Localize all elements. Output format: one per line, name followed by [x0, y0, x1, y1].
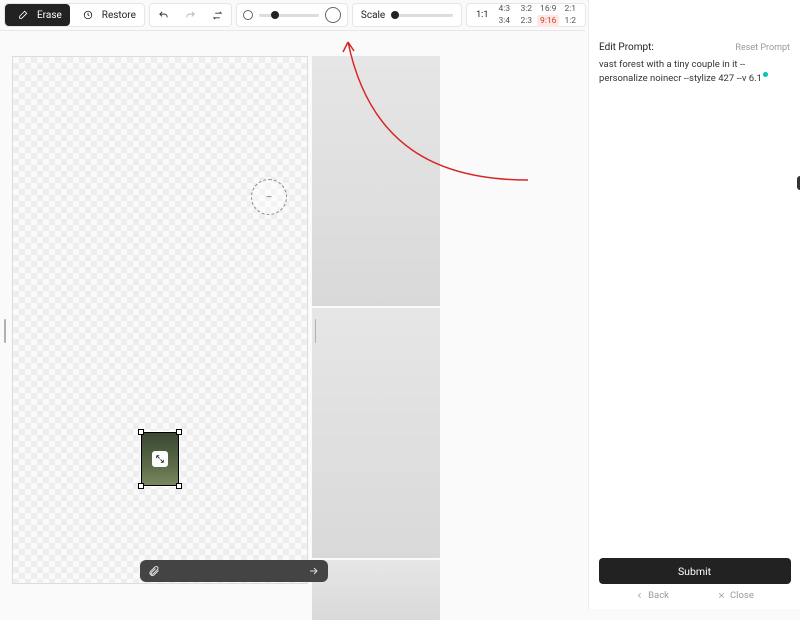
close-button[interactable]: Close: [717, 590, 754, 601]
aspect-ratio-group: 1:1 4:3 3:2 16:9 2:1 3:4 2:3 9:16 1:2: [466, 3, 586, 27]
brush-small-icon: [243, 10, 253, 20]
resize-handle-tr[interactable]: [176, 429, 182, 435]
swap-button[interactable]: [204, 4, 231, 26]
back-label: Back: [648, 590, 669, 601]
thumbnail: [312, 560, 440, 620]
ratio-1-1[interactable]: 1:1: [471, 10, 493, 20]
restore-button[interactable]: Restore: [70, 4, 144, 26]
ratio-4-3[interactable]: 4:3: [493, 3, 515, 15]
resize-handle-tl[interactable]: [138, 429, 144, 435]
restore-label: Restore: [102, 10, 136, 21]
resize-handle-br[interactable]: [176, 483, 182, 489]
redo-button[interactable]: [177, 4, 204, 26]
swap-icon: [212, 10, 223, 21]
ratio-2-3[interactable]: 2:3: [515, 15, 537, 27]
expand-icon: [155, 454, 165, 464]
placed-image-selection[interactable]: [140, 431, 180, 487]
close-label: Close: [730, 590, 754, 601]
ratio-9-16[interactable]: 9:16: [537, 15, 559, 27]
reset-prompt-button[interactable]: Reset Prompt: [735, 43, 790, 53]
ratio-3-2[interactable]: 3:2: [515, 3, 537, 15]
canvas-handle-left[interactable]: [4, 319, 6, 343]
resize-handle-bl[interactable]: [138, 483, 144, 489]
close-icon: [717, 591, 726, 600]
prompt-panel: Edit Prompt: Reset Prompt vast forest wi…: [588, 0, 800, 609]
move-handle[interactable]: [152, 451, 168, 467]
brush-slider[interactable]: [259, 14, 319, 17]
brush-cursor: −: [251, 179, 287, 215]
undo-icon: [158, 10, 169, 21]
history-buttons: [149, 3, 232, 27]
redo-icon: [185, 10, 196, 21]
scale-label: Scale: [361, 10, 385, 21]
ratio-1-2[interactable]: 1:2: [559, 15, 581, 27]
toolbar-divider: [0, 30, 585, 31]
scale-group: Scale: [352, 3, 462, 27]
ratio-2-1[interactable]: 2:1: [559, 3, 581, 15]
scale-slider[interactable]: [393, 14, 453, 17]
background-thumbnails: [312, 56, 440, 620]
erase-label: Erase: [37, 10, 62, 21]
submit-button[interactable]: Submit: [599, 558, 791, 584]
erase-icon: [13, 5, 33, 25]
thumbnail: [312, 56, 440, 306]
ratio-3-4[interactable]: 3:4: [493, 15, 515, 27]
brush-size-group: [236, 3, 348, 27]
send-icon[interactable]: [308, 565, 320, 577]
prompt-text: vast forest with a tiny couple in it --p…: [599, 59, 762, 84]
submit-label: Submit: [678, 565, 711, 578]
thumbnail: [312, 308, 440, 558]
top-toolbar: Erase Restore Scale 1:1 4:3 3:2: [4, 3, 585, 27]
minus-icon: −: [266, 190, 273, 204]
paperclip-icon: [148, 565, 160, 577]
undo-button[interactable]: [150, 4, 177, 26]
edit-prompt-label: Edit Prompt:: [599, 42, 654, 53]
erase-button[interactable]: Erase: [5, 4, 70, 26]
prompt-textarea[interactable]: vast forest with a tiny couple in it --p…: [589, 59, 800, 86]
ratio-16-9[interactable]: 16:9: [537, 3, 559, 15]
restore-icon: [78, 5, 98, 25]
brush-large-icon: [325, 7, 341, 23]
mode-buttons: Erase Restore: [4, 3, 145, 27]
attachment-bar[interactable]: [140, 560, 328, 582]
chevron-left-icon: [635, 591, 644, 600]
back-button[interactable]: Back: [635, 590, 669, 601]
canvas[interactable]: −: [12, 56, 308, 584]
canvas-handle-right[interactable]: [315, 319, 317, 343]
caret-indicator: [763, 72, 768, 77]
